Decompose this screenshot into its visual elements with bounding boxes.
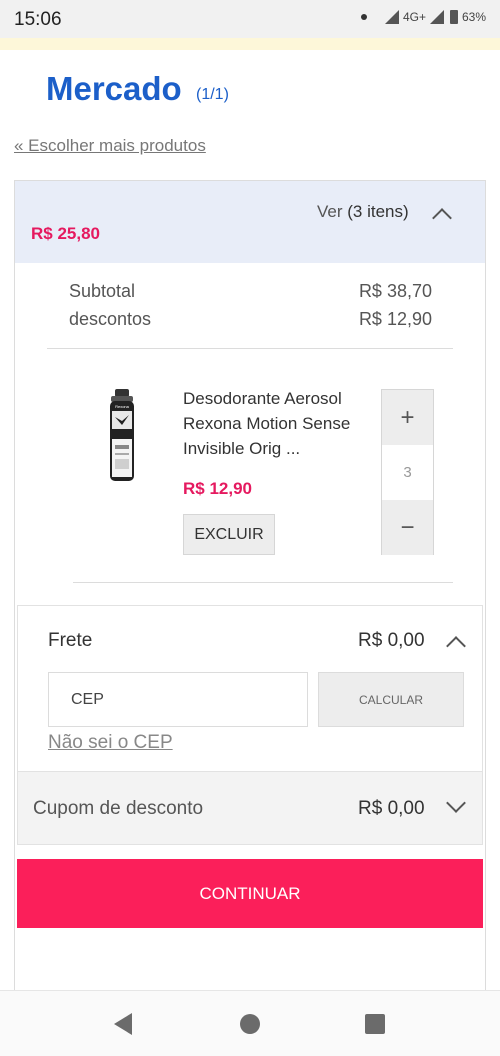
battery-level: 63%	[461, 10, 486, 24]
recent-apps-icon[interactable]	[365, 1014, 385, 1034]
status-time: 15:06	[14, 9, 62, 30]
banner-strip	[0, 38, 500, 50]
battery-icon	[449, 10, 458, 24]
product-price: R$ 12,90	[183, 479, 252, 498]
discount-label: descontos	[69, 309, 152, 329]
shipping-label: Frete	[48, 630, 93, 651]
home-icon[interactable]	[240, 1014, 260, 1034]
view-label: Ver	[317, 202, 343, 221]
cart-total: R$ 25,80	[31, 224, 100, 243]
network-type: 4G+	[402, 10, 426, 24]
calculate-button[interactable]: CALCULAR	[318, 672, 464, 727]
product-name[interactable]: Desodorante Aerosol Rexona Motion Sense …	[183, 386, 373, 461]
coupon-value: R$ 0,00	[358, 798, 425, 819]
items-count: (3 itens)	[347, 202, 409, 221]
svg-text:Rexona: Rexona	[115, 404, 130, 409]
chevron-up-icon[interactable]	[446, 636, 466, 656]
choose-more-products-link[interactable]: « Escolher mais produtos	[14, 136, 206, 156]
unknown-cep-link[interactable]: Não sei o CEP	[48, 732, 173, 754]
view-items-toggle[interactable]: Ver (3 itens)	[317, 202, 409, 222]
cart-panel: Ver (3 itens) R$ 25,80 Subtotal R$ 38,70…	[14, 180, 486, 990]
status-bar: 15:06 4G+ 63%	[0, 0, 500, 38]
quantity-value[interactable]: 3	[382, 445, 433, 500]
divider	[47, 348, 453, 349]
notification-dot-icon	[360, 14, 367, 20]
subtotal-label: Subtotal	[69, 281, 136, 301]
decrement-button[interactable]: −	[382, 500, 433, 555]
continue-button[interactable]: CONTINUAR	[17, 859, 483, 928]
divider	[73, 582, 453, 583]
shipping-value: R$ 0,00	[358, 630, 425, 651]
page-title: Mercado	[46, 70, 182, 107]
back-icon[interactable]	[114, 1013, 132, 1035]
chevron-up-icon[interactable]	[432, 208, 452, 228]
increment-button[interactable]: +	[382, 390, 433, 445]
cart-header[interactable]: Ver (3 itens) R$ 25,80	[15, 181, 485, 263]
discount-value: R$ 12,90	[358, 309, 432, 329]
shipping-section: Frete R$ 0,00 CALCULAR Não sei o CEP	[17, 605, 483, 771]
quantity-stepper: + 3 −	[381, 389, 434, 555]
chevron-down-icon[interactable]	[446, 793, 466, 813]
subtotal-value: R$ 38,70	[358, 281, 432, 301]
coupon-section[interactable]: Cupom de desconto R$ 0,00	[17, 771, 483, 845]
signal-icon	[384, 10, 399, 24]
coupon-label: Cupom de desconto	[33, 798, 204, 819]
product-image: Rexona	[110, 389, 134, 481]
navigation-bar	[0, 990, 500, 1056]
signal-icon-2	[429, 10, 444, 24]
page-count: (1/1)	[196, 86, 229, 103]
status-indicators: 4G+ 63%	[360, 10, 486, 24]
remove-button[interactable]: EXCLUIR	[183, 514, 275, 555]
cep-input[interactable]	[48, 672, 308, 727]
